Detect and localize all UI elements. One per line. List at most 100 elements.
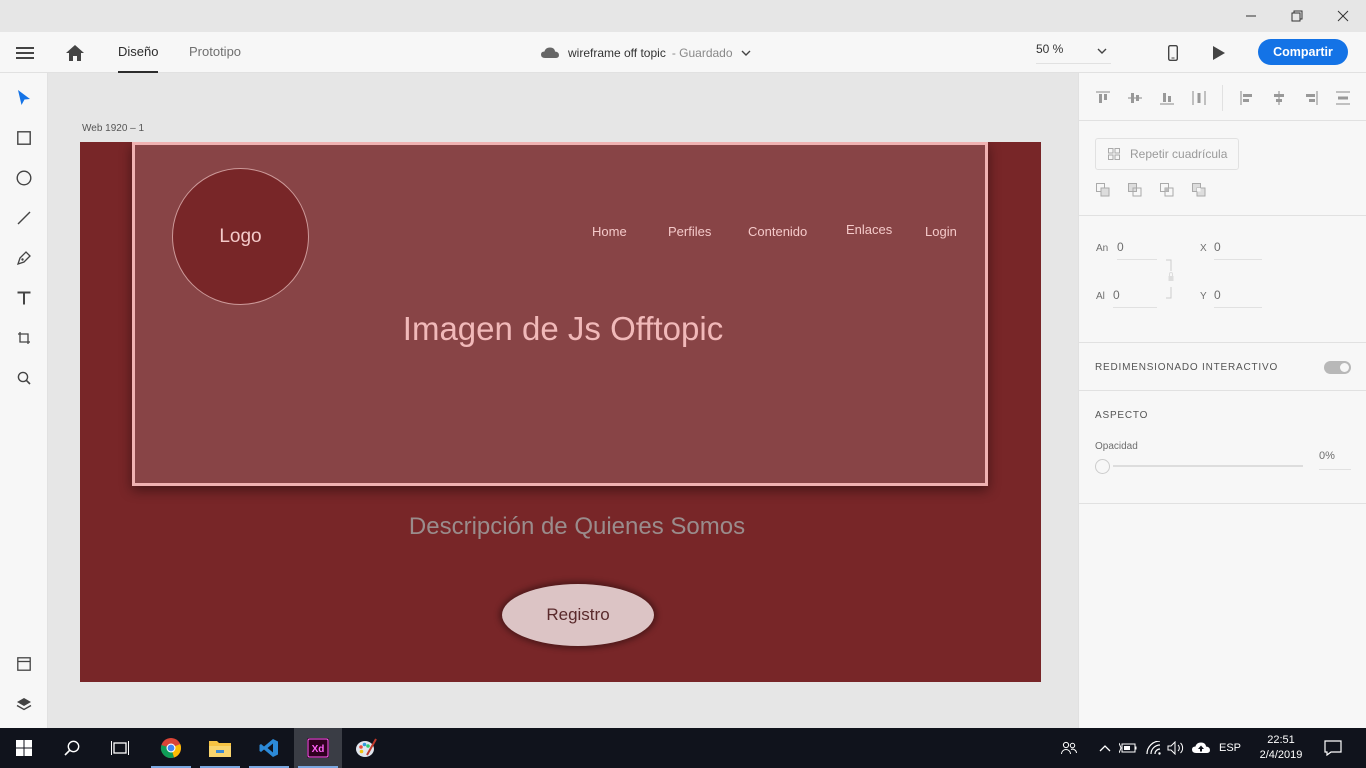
play-preview-button[interactable]: [1209, 42, 1229, 64]
nav-link-enlaces[interactable]: Enlaces: [846, 222, 892, 237]
x-field[interactable]: 0: [1214, 240, 1262, 260]
boolean-subtract-button[interactable]: [1127, 182, 1143, 198]
search-button[interactable]: [48, 728, 96, 768]
logo-placeholder[interactable]: Logo: [172, 168, 309, 305]
artboard-tool[interactable]: [12, 326, 36, 350]
zoom-select[interactable]: 50 %: [1036, 42, 1111, 64]
action-center-button[interactable]: [1318, 728, 1348, 768]
taskbar-chrome[interactable]: [147, 728, 195, 768]
nav-link-login[interactable]: Login: [925, 224, 957, 239]
boolean-subtract-icon: [1128, 183, 1142, 197]
mobile-device-icon: [1168, 45, 1178, 61]
chrome-icon: [160, 738, 182, 758]
width-value: 0: [1117, 240, 1124, 254]
opacity-value: 0%: [1319, 450, 1335, 462]
distribute-horizontal-button[interactable]: [1191, 90, 1207, 106]
register-button[interactable]: Registro: [502, 584, 654, 646]
start-button[interactable]: [0, 728, 48, 768]
select-tool[interactable]: [12, 86, 36, 110]
layers-panel-button[interactable]: [12, 692, 36, 716]
line-icon: [17, 211, 31, 225]
boolean-exclude-button[interactable]: [1191, 182, 1207, 198]
battery-indicator[interactable]: [1118, 728, 1138, 768]
repeat-grid-button[interactable]: Repetir cuadrícula: [1095, 138, 1239, 170]
clock[interactable]: 22:51 2/4/2019: [1250, 728, 1312, 768]
separator: [1222, 85, 1223, 111]
opacity-field[interactable]: 0%: [1319, 450, 1351, 470]
zoom-tool[interactable]: [12, 366, 36, 390]
onedrive-indicator[interactable]: [1190, 728, 1212, 768]
tab-prototype[interactable]: Prototipo: [189, 32, 241, 73]
minimize-button[interactable]: [1228, 0, 1274, 32]
design-canvas[interactable]: Web 1920 – 1 Logo Home Perfiles Contenid…: [48, 73, 1078, 728]
device-preview-button[interactable]: [1163, 42, 1183, 64]
taskbar-adobe-xd[interactable]: Xd: [294, 728, 342, 768]
folder-icon: [209, 741, 231, 757]
opacity-slider-handle[interactable]: [1095, 459, 1110, 474]
network-indicator[interactable]: [1144, 728, 1164, 768]
windows-logo-icon: [16, 740, 32, 756]
align-right-button[interactable]: [1303, 90, 1319, 106]
y-field[interactable]: 0: [1214, 288, 1262, 308]
play-icon: [1213, 46, 1225, 60]
text-tool[interactable]: [12, 286, 36, 310]
align-bottom-button[interactable]: [1159, 90, 1175, 106]
clock-time: 22:51: [1267, 734, 1295, 746]
align-section: [1079, 73, 1366, 121]
lock-aspect-button[interactable]: [1165, 256, 1179, 302]
repeat-grid-label: Repetir cuadrícula: [1130, 147, 1228, 161]
nav-link-home[interactable]: Home: [592, 224, 627, 239]
opacity-slider-track[interactable]: [1113, 465, 1303, 467]
line-tool[interactable]: [12, 206, 36, 230]
nav-link-contenido[interactable]: Contenido: [748, 224, 807, 239]
height-field[interactable]: 0: [1113, 288, 1157, 308]
artboard[interactable]: Logo Home Perfiles Contenido Enlaces Log…: [80, 142, 1041, 682]
hero-image-placeholder[interactable]: Logo Home Perfiles Contenido Enlaces Log…: [132, 142, 988, 486]
boolean-intersect-button[interactable]: [1159, 182, 1175, 198]
align-top-button[interactable]: [1095, 90, 1111, 106]
wifi-icon: [1146, 741, 1161, 755]
hamburger-menu-button[interactable]: [14, 42, 36, 64]
hero-title[interactable]: Imagen de Js Offtopic: [135, 310, 991, 348]
x-value: 0: [1214, 240, 1221, 254]
document-title-menu[interactable]: wireframe off topic - Guardado: [541, 32, 751, 73]
home-button[interactable]: [64, 42, 86, 64]
volume-indicator[interactable]: [1166, 728, 1186, 768]
responsive-resize-toggle[interactable]: [1324, 361, 1351, 374]
close-button[interactable]: [1320, 0, 1366, 32]
assets-panel-button[interactable]: [12, 652, 36, 676]
taskbar-vscode[interactable]: [245, 728, 293, 768]
show-hidden-icons-button[interactable]: [1096, 728, 1114, 768]
task-view-button[interactable]: [96, 728, 144, 768]
share-button[interactable]: Compartir: [1258, 39, 1348, 65]
responsive-resize-label: REDIMENSIONADO INTERACTIVO: [1095, 362, 1279, 373]
cloud-icon: [541, 47, 559, 58]
clock-date: 2/4/2019: [1259, 749, 1303, 761]
app-header: Diseño Prototipo wireframe off topic - G…: [0, 32, 1366, 73]
width-field[interactable]: 0: [1117, 240, 1157, 260]
align-middle-button[interactable]: [1127, 90, 1143, 106]
text-icon: [17, 291, 31, 305]
people-button[interactable]: [1058, 728, 1080, 768]
nav-link-perfiles[interactable]: Perfiles: [668, 224, 711, 239]
boolean-add-button[interactable]: [1095, 182, 1111, 198]
taskbar-paint[interactable]: [342, 728, 390, 768]
register-button-label: Registro: [546, 605, 610, 624]
restore-button[interactable]: [1274, 0, 1320, 32]
hamburger-icon: [16, 47, 34, 59]
artboard-label[interactable]: Web 1920 – 1: [82, 123, 144, 134]
taskbar-file-explorer[interactable]: [196, 728, 244, 768]
description-text[interactable]: Descripción de Quienes Somos: [80, 513, 1041, 541]
opacity-label: Opacidad: [1095, 441, 1138, 452]
chevron-up-icon: [1099, 745, 1111, 752]
align-left-button[interactable]: [1239, 90, 1255, 106]
boolean-exclude-icon: [1192, 183, 1206, 197]
pen-tool[interactable]: [12, 246, 36, 270]
toggle-knob: [1340, 363, 1349, 372]
align-center-button[interactable]: [1271, 90, 1287, 106]
ellipse-tool[interactable]: [12, 166, 36, 190]
distribute-vertical-button[interactable]: [1335, 90, 1351, 106]
input-language[interactable]: ESP: [1216, 728, 1244, 768]
tab-design[interactable]: Diseño: [118, 32, 159, 73]
rectangle-tool[interactable]: [12, 126, 36, 150]
